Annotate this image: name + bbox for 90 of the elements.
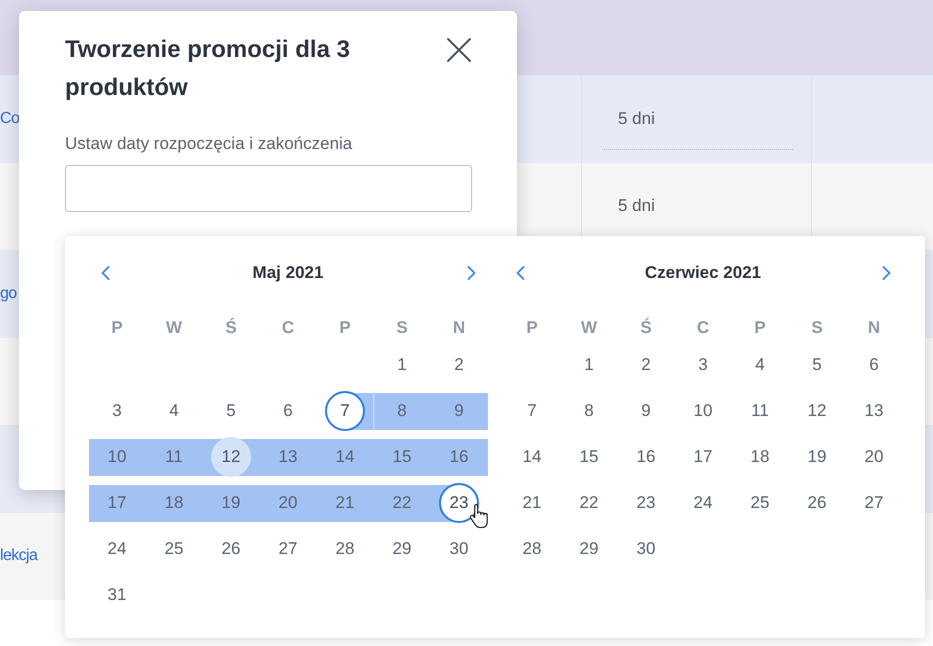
- day-button[interactable]: 16: [430, 437, 488, 477]
- product-link[interactable]: Co: [0, 106, 20, 131]
- day-button[interactable]: 5: [202, 391, 260, 431]
- chevron-left-icon: [100, 266, 110, 280]
- day-button[interactable]: 6: [846, 345, 902, 385]
- day-button[interactable]: 26: [788, 483, 846, 523]
- day-button[interactable]: 1: [374, 345, 430, 385]
- day-button[interactable]: 10: [674, 391, 732, 431]
- day-button[interactable]: 23: [618, 483, 674, 523]
- day-button[interactable]: 26: [202, 529, 260, 569]
- day-button[interactable]: 20: [846, 437, 902, 477]
- day-button[interactable]: 11: [146, 437, 202, 477]
- day-button[interactable]: 31: [88, 575, 146, 615]
- day-button[interactable]: 30: [430, 529, 488, 569]
- weekday-label: N: [868, 317, 880, 340]
- day-button[interactable]: 3: [88, 391, 146, 431]
- day-button[interactable]: 18: [146, 483, 202, 523]
- weekday-label: S: [811, 317, 823, 340]
- day-button[interactable]: 22: [560, 483, 618, 523]
- weekday-label: Ś: [225, 317, 237, 340]
- day-button[interactable]: 13: [260, 437, 316, 477]
- day-button[interactable]: 5: [788, 345, 846, 385]
- month-title: Maj 2021: [252, 262, 324, 284]
- day-button[interactable]: 14: [316, 437, 374, 477]
- date-range-field[interactable]: [65, 165, 472, 212]
- weekday-label: C: [696, 317, 710, 340]
- weekday-label: P: [526, 317, 538, 340]
- month-title: Czerwiec 2021: [644, 262, 762, 284]
- day-button[interactable]: 13: [846, 391, 902, 431]
- weekday-label: S: [396, 317, 408, 340]
- day-button[interactable]: 29: [560, 529, 618, 569]
- day-button[interactable]: 4: [732, 345, 788, 385]
- day-button[interactable]: 9: [430, 391, 488, 431]
- product-link[interactable]: go: [0, 282, 17, 306]
- day-button[interactable]: 21: [504, 483, 560, 523]
- day-button[interactable]: 16: [618, 437, 674, 477]
- duration-value: 5 dni: [617, 195, 656, 218]
- weekday-label: W: [166, 317, 182, 340]
- weekday-label: C: [282, 317, 294, 340]
- close-icon: [446, 37, 472, 63]
- day-button[interactable]: 20: [260, 483, 316, 523]
- weekday-label: N: [452, 317, 466, 340]
- day-button[interactable]: 30: [618, 529, 674, 569]
- day-button[interactable]: 17: [88, 483, 146, 523]
- day-button[interactable]: 25: [146, 529, 202, 569]
- day-button[interactable]: 27: [260, 529, 316, 569]
- day-button[interactable]: 1: [560, 345, 618, 385]
- day-button[interactable]: 28: [504, 529, 560, 569]
- chevron-left-icon: [516, 266, 524, 280]
- day-button[interactable]: 28: [316, 529, 374, 569]
- chevron-right-icon: [882, 266, 890, 280]
- day-button[interactable]: 11: [732, 391, 788, 431]
- day-button[interactable]: 14: [504, 437, 560, 477]
- dialog-title: Tworzenie promocji dla 3 produktów: [65, 35, 351, 103]
- day-button[interactable]: 22: [374, 483, 430, 523]
- day-button[interactable]: 7: [504, 391, 560, 431]
- close-button[interactable]: [446, 37, 472, 63]
- field-label: Ustaw daty rozpoczęcia i zakończenia: [65, 133, 354, 155]
- day-button[interactable]: 12: [202, 437, 260, 477]
- day-button[interactable]: 2: [618, 345, 674, 385]
- day-button[interactable]: 27: [846, 483, 902, 523]
- day-button[interactable]: 18: [732, 437, 788, 477]
- day-button[interactable]: 8: [560, 391, 618, 431]
- duration-value: 5 dni: [602, 88, 793, 150]
- weekday-label: P: [754, 317, 766, 340]
- day-button[interactable]: 29: [374, 529, 430, 569]
- day-button[interactable]: 19: [788, 437, 846, 477]
- weekday-label: P: [339, 317, 351, 340]
- day-button[interactable]: 17: [674, 437, 732, 477]
- chevron-right-icon: [466, 266, 476, 280]
- weekday-label: P: [111, 317, 123, 340]
- day-button[interactable]: 9: [618, 391, 674, 431]
- day-button[interactable]: 25: [732, 483, 788, 523]
- day-button[interactable]: 21: [316, 483, 374, 523]
- product-link[interactable]: lekcja: [0, 544, 38, 568]
- day-button[interactable]: 12: [788, 391, 846, 431]
- day-button[interactable]: 2: [430, 345, 488, 385]
- day-button[interactable]: 3: [674, 345, 732, 385]
- weekday-label: Ś: [640, 317, 652, 340]
- weekday-label: W: [580, 317, 598, 340]
- day-button[interactable]: 6: [260, 391, 316, 431]
- day-button[interactable]: 8: [374, 391, 430, 431]
- hand-cursor-icon: [470, 503, 490, 529]
- day-button[interactable]: 15: [374, 437, 430, 477]
- day-button[interactable]: 4: [146, 391, 202, 431]
- day-button[interactable]: 10: [88, 437, 146, 477]
- day-button[interactable]: 19: [202, 483, 260, 523]
- day-button[interactable]: 24: [674, 483, 732, 523]
- day-button[interactable]: 24: [88, 529, 146, 569]
- day-button[interactable]: 15: [560, 437, 618, 477]
